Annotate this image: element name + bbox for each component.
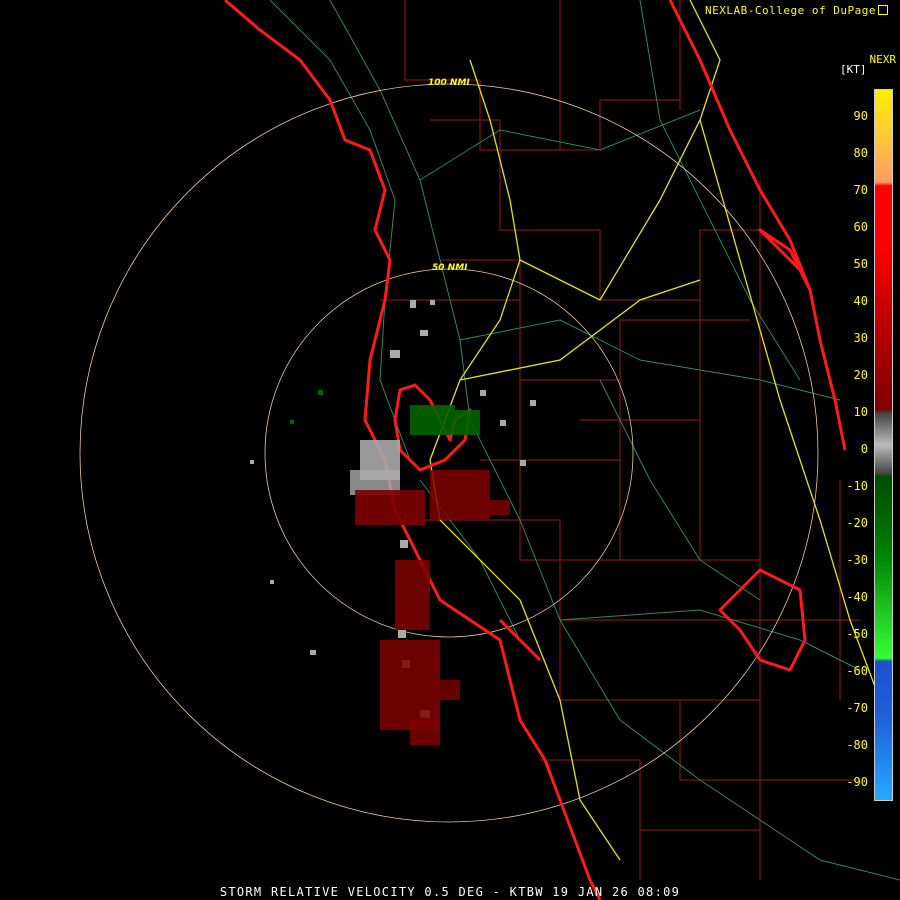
range-ring-label-50: 50 NMI xyxy=(432,263,468,273)
radar-map: 50 NMI 100 NMI xyxy=(79,0,900,900)
units-label: [KT] xyxy=(840,63,867,76)
coastline xyxy=(224,0,847,900)
credit-label: NEXLAB-College of DuPage xyxy=(705,4,888,17)
external-link-icon xyxy=(878,5,888,15)
highways xyxy=(429,0,881,861)
range-ring-50 xyxy=(264,268,634,638)
product-label: NEXR xyxy=(869,53,897,66)
range-rings xyxy=(79,83,819,823)
credit-text: NEXLAB-College of DuPage xyxy=(705,4,876,17)
range-ring-100 xyxy=(79,83,819,823)
product-footer: STORM RELATIVE VELOCITY 0.5 DEG - KTBW 1… xyxy=(219,885,681,899)
radar-returns xyxy=(250,300,536,745)
county-boundaries xyxy=(380,0,860,880)
velocity-colorbar xyxy=(874,89,893,801)
range-ring-label-100: 100 NMI xyxy=(428,78,470,88)
